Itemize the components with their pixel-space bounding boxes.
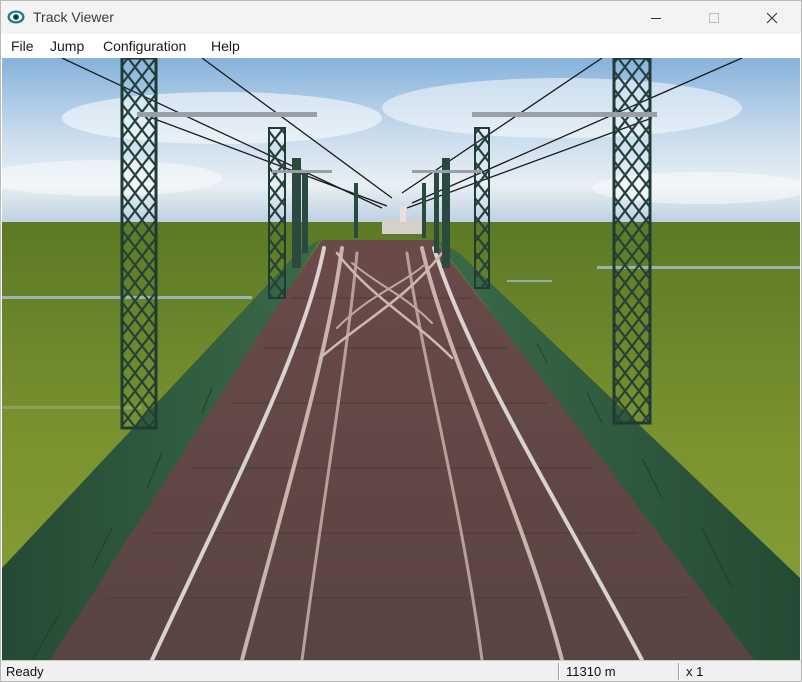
status-ready: Ready: [6, 664, 44, 679]
menu-jump[interactable]: Jump: [50, 38, 84, 54]
menu-bar: File Jump Configuration Help: [1, 34, 801, 58]
maximize-icon: [709, 12, 719, 23]
maximize-button[interactable]: [685, 1, 743, 34]
app-window: Track Viewer File Jump Configuration Hel…: [0, 0, 802, 682]
status-divider: [678, 663, 680, 680]
title-bar[interactable]: Track Viewer: [1, 1, 801, 34]
eye-icon: [7, 9, 25, 25]
menu-help[interactable]: Help: [211, 38, 240, 54]
status-divider: [558, 663, 560, 680]
3d-track-viewport[interactable]: [2, 58, 800, 660]
track-scene: [2, 58, 800, 660]
close-button[interactable]: [743, 1, 801, 34]
status-bar: Ready 11310 m x 1: [1, 660, 801, 681]
menu-configuration[interactable]: Configuration: [103, 38, 186, 54]
close-icon: [766, 12, 778, 23]
status-distance: 11310 m: [566, 664, 616, 679]
minimize-button[interactable]: [627, 1, 685, 34]
window-title: Track Viewer: [33, 9, 114, 25]
minimize-icon: [651, 17, 661, 19]
status-speed: x 1: [686, 664, 704, 679]
menu-file[interactable]: File: [11, 38, 34, 54]
